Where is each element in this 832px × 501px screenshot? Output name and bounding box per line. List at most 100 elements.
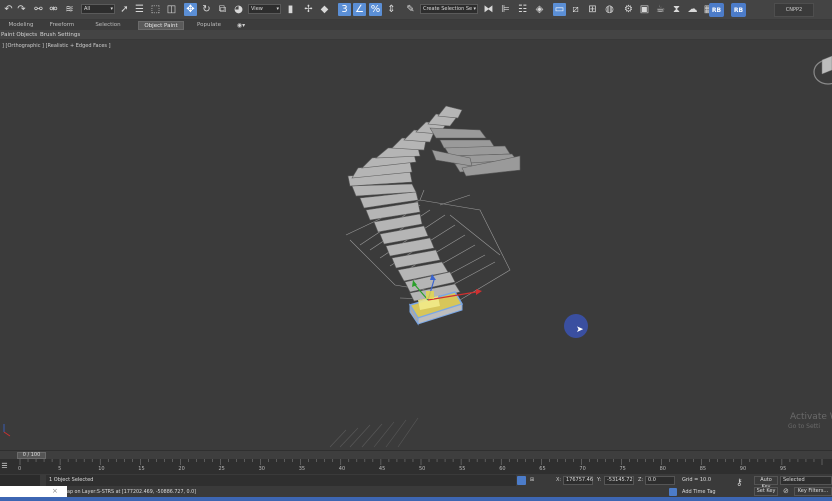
track-tick-label: 45 [378, 466, 386, 472]
align-icon[interactable]: ⊫ [499, 3, 512, 16]
bind-spacewarp-icon[interactable]: ≋ [63, 3, 76, 16]
select-by-name-icon[interactable]: ☰ [133, 3, 146, 16]
staircase-upper-steps [429, 127, 521, 177]
select-and-scale-icon[interactable]: ⧉ [216, 3, 229, 16]
time-slider[interactable]: 0 / 100 [0, 450, 832, 459]
x-coord-field[interactable]: 176757.46 [563, 476, 593, 485]
track-tick-label: 25 [218, 466, 225, 472]
track-tick-label: 95 [779, 466, 787, 472]
prompt-line: ap on Layer:S-STRS at [177202.469, -5088… [67, 490, 197, 495]
tab-modeling[interactable]: Modeling [2, 21, 40, 30]
select-manipulate-icon[interactable]: ✢ [302, 3, 315, 16]
rb-label-2: RB [733, 6, 744, 14]
viewport-label[interactable]: ] [Orthographic ] [Realistic + Edged Fac… [2, 43, 111, 49]
rendered-frame-window-icon[interactable]: ▣ [638, 3, 651, 16]
keyboard-shortcut-override-icon[interactable]: ◆ [318, 3, 331, 16]
workspace-button[interactable]: CNPP2 [774, 3, 814, 17]
add-time-tag-button[interactable]: Add Time Tag [682, 488, 716, 497]
track-tick-label: 60 [499, 466, 506, 472]
key-mode-value: Selected [783, 477, 805, 483]
chevron-down-icon: ▾ [473, 6, 476, 12]
key-mode-dropdown[interactable]: Selected [780, 476, 832, 485]
track-tick-label: 0 [18, 466, 22, 472]
place-icon[interactable]: ◕ [232, 3, 245, 16]
brush-settings-button[interactable]: Brush Settings [40, 31, 80, 39]
chevron-down-icon: ▾ [276, 6, 279, 12]
toggle-ribbon-icon[interactable]: ▭ [553, 3, 566, 16]
render-production-icon[interactable]: ☕ [654, 3, 667, 16]
pivot-center-icon[interactable]: ▮ [284, 3, 297, 16]
link-icon[interactable]: ⚯ [32, 3, 45, 16]
reference-coordinate-dropdown[interactable]: View ▾ [248, 4, 281, 14]
redo-icon[interactable]: ↷ [15, 3, 28, 16]
key-icon[interactable]: ⚷ [736, 478, 743, 488]
activate-watermark-sub: Go to Setti [788, 423, 821, 430]
rb-button-1[interactable]: RB [709, 3, 724, 17]
track-tick-label: 10 [98, 466, 105, 472]
schematic-view-icon[interactable]: ⊞ [586, 3, 599, 16]
rb-button-2[interactable]: RB [731, 3, 746, 17]
rectangular-selection-icon[interactable]: ⬚ [149, 3, 162, 16]
grid-size: Grid = 10.0 [682, 477, 711, 483]
tab-freeform[interactable]: Freeform [44, 21, 80, 30]
track-tick-label: 65 [539, 466, 546, 472]
set-key-filter-icon[interactable]: ⊘ [783, 487, 789, 495]
track-bar[interactable]: ☰ 0 5 10 15 20 25 30 35 40 45 50 55 60 65 70 75 80 85 90 95 [0, 459, 832, 474]
viewcube[interactable] [813, 55, 832, 85]
percent-snap-icon[interactable]: % [369, 3, 382, 16]
time-tag-icon[interactable] [669, 488, 677, 496]
undo-icon[interactable]: ↶ [2, 3, 15, 16]
chevron-down-icon: ▾ [110, 6, 113, 12]
time-slider-handle[interactable]: 0 / 100 [17, 452, 46, 459]
z-coord-field[interactable]: 0.0 [645, 476, 675, 485]
eye-icon[interactable]: ◉▾ [232, 21, 250, 30]
paint-objects-button[interactable]: Paint Objects [1, 31, 37, 39]
track-tick-label: 30 [258, 466, 265, 472]
curve-editor-icon[interactable]: ⧄ [569, 3, 582, 16]
named-selection-dropdown[interactable]: Create Selection Se ▾ [420, 4, 478, 14]
render-in-cloud-icon[interactable]: ☁ [686, 3, 699, 16]
key-filters-button[interactable]: Key Filters... [794, 487, 832, 496]
ribbon-tabs: Modeling Freeform Selection Object Paint… [0, 20, 832, 30]
tab-populate[interactable]: Populate [190, 21, 228, 30]
window-crossing-icon[interactable]: ◫ [165, 3, 178, 16]
render-setup-icon[interactable]: ⚙ [622, 3, 635, 16]
layer-explorer-icon[interactable]: ◈ [533, 3, 546, 16]
app-window: ↶ ↷ ⚯ ⚮ ≋ All ▾ ➚ ☰ ⬚ ◫ ✥ ↻ ⧉ ◕ View ▾ ▮… [0, 0, 832, 501]
track-tick-label: 20 [178, 466, 185, 472]
selection-filter-value: All [84, 6, 91, 12]
select-and-move-icon[interactable]: ✥ [184, 3, 197, 16]
render-iterative-icon[interactable]: ⧗ [670, 3, 683, 16]
material-editor-icon[interactable]: ◍ [603, 3, 616, 16]
unlink-icon[interactable]: ⚮ [47, 3, 60, 16]
edit-named-selection-icon[interactable]: ✎ [404, 3, 417, 16]
scene-canvas[interactable] [0, 40, 832, 450]
set-key-button[interactable]: Set Key [754, 487, 778, 496]
spinner-snap-icon[interactable]: ⇕ [385, 3, 398, 16]
y-coord-field[interactable]: -53145.72 [604, 476, 634, 485]
reference-coordinate-value: View [251, 6, 263, 12]
auto-key-button[interactable]: Auto Key [754, 476, 778, 490]
select-and-rotate-icon[interactable]: ↻ [200, 3, 213, 16]
tab-selection[interactable]: Selection [88, 21, 128, 30]
select-object-icon[interactable]: ➚ [118, 3, 131, 16]
axis-tripod [3, 424, 11, 437]
transform-mode-icon[interactable]: ⊞ [528, 476, 536, 485]
tab-object-paint[interactable]: Object Paint [138, 21, 184, 30]
close-icon[interactable]: × [52, 487, 58, 495]
track-tick-label: 55 [459, 466, 466, 472]
angle-snap-icon[interactable]: ∠ [353, 3, 366, 16]
viewport[interactable]: ] [Orthographic ] [Realistic + Edged Fac… [0, 40, 832, 450]
selection-filter-dropdown[interactable]: All ▾ [81, 4, 115, 14]
maxscript-listener[interactable] [0, 475, 40, 486]
named-selection-value: Create Selection Se [423, 6, 473, 12]
track-tick-label: 15 [138, 466, 145, 472]
track-bar-ticks [19, 459, 823, 465]
mouse-cursor-icon: ➤ [576, 325, 584, 335]
z-coord-label: Z: [638, 477, 644, 483]
x-coord-label: X: [556, 477, 562, 483]
lock-selection-icon[interactable] [517, 476, 526, 485]
mirror-icon[interactable]: ⧓ [482, 3, 495, 16]
snaps-toggle-icon[interactable]: 3 [338, 3, 351, 16]
toggle-scene-explorer-icon[interactable]: ☷ [516, 3, 529, 16]
